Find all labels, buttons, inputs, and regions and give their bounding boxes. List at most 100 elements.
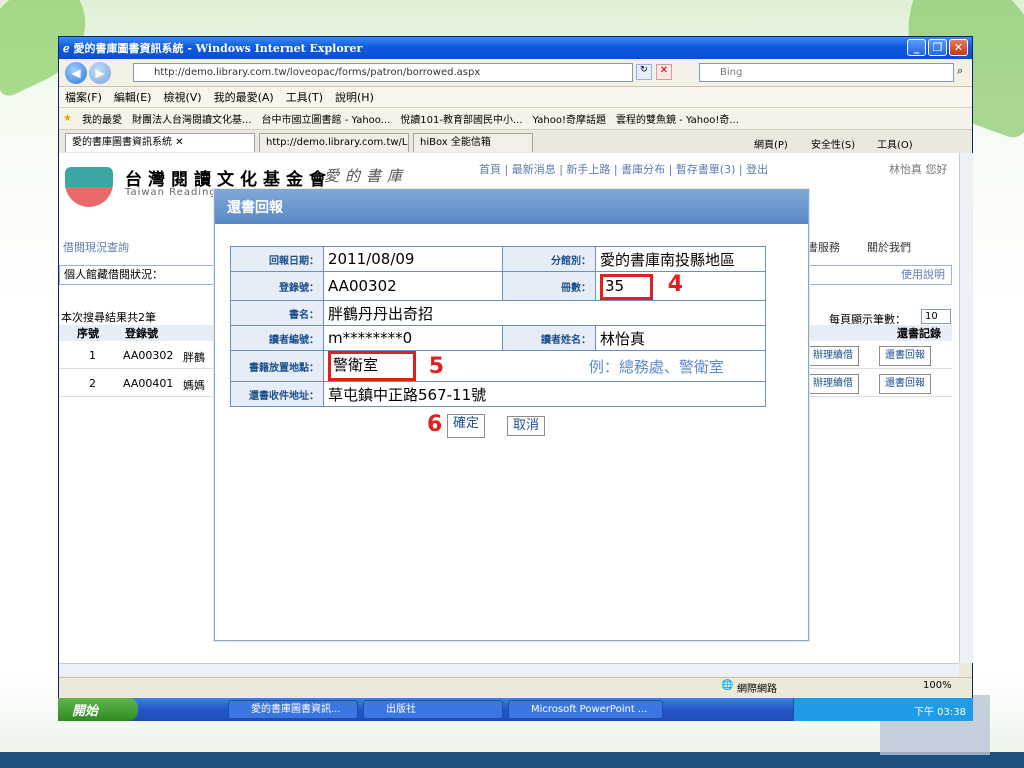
- return-report-button[interactable]: 還書回報: [879, 374, 931, 394]
- forward-button[interactable]: ▶: [89, 62, 111, 84]
- search-icon[interactable]: ⌕: [957, 64, 969, 81]
- menu-edit[interactable]: 編輯(E): [114, 89, 152, 105]
- logo-subtitle: Taiwan Reading: [125, 187, 217, 198]
- nav-news[interactable]: 最新消息: [512, 163, 556, 176]
- label-date: 回報日期：: [230, 246, 324, 272]
- nav-about[interactable]: 關於我們: [867, 239, 911, 255]
- nav-locations[interactable]: 書庫分布: [621, 163, 665, 176]
- nav-logout[interactable]: 登出: [746, 163, 768, 176]
- col-return: 還書記錄: [897, 327, 941, 340]
- place-hint: 例：總務處、警衛室: [588, 357, 724, 376]
- row-title: 胖鶴: [183, 351, 205, 364]
- fav-item-2[interactable]: 台中市國立圖書館 - Yahoo...: [262, 111, 391, 126]
- row-title: 媽媽: [183, 379, 205, 392]
- menu-file[interactable]: 檔案(F): [65, 89, 102, 105]
- value-addr: 草屯鎮中正路567-11號: [323, 381, 766, 407]
- slide-bottom-band: [0, 752, 1024, 768]
- fav-item-4[interactable]: Yahoo!奇摩話題: [533, 111, 606, 126]
- value-reader-name: 林怡真: [595, 325, 766, 351]
- tab-close-icon[interactable]: ✕: [175, 137, 183, 148]
- tab-2[interactable]: http://demo.library.com.tw/Lo...: [259, 133, 409, 152]
- stop-icon[interactable]: ✕: [656, 64, 672, 80]
- label-vol: 冊數：: [502, 271, 596, 301]
- search-input[interactable]: Bing: [699, 63, 954, 82]
- start-button[interactable]: 開始: [58, 698, 138, 721]
- label-book: 書名：: [230, 300, 324, 326]
- taskbar: 開始 愛的書庫圖書資訊... 出版社 Microsoft PowerPoint …: [58, 698, 973, 721]
- task-ie[interactable]: 愛的書庫圖書資訊...: [228, 700, 358, 719]
- horizontal-scrollbar[interactable]: [59, 663, 959, 676]
- renew-button[interactable]: 辦理續借: [807, 374, 859, 394]
- nav-service[interactable]: 書服務: [807, 239, 840, 255]
- nav-borrow-status[interactable]: 借閱現況查詢: [63, 239, 129, 255]
- cancel-button[interactable]: 取消: [507, 416, 546, 436]
- toolbar-tools[interactable]: 工具(O): [877, 136, 913, 151]
- star-icon: ★: [63, 113, 72, 124]
- zoom-level[interactable]: 100%: [923, 680, 952, 691]
- label-reg: 登錄號：: [230, 271, 324, 301]
- value-date: 2011/08/09: [323, 246, 503, 272]
- vertical-scrollbar[interactable]: [959, 153, 973, 663]
- ie-icon: ℯ: [63, 41, 70, 55]
- logo-icon: [65, 167, 113, 207]
- volume-input[interactable]: 35: [600, 274, 653, 300]
- fav-item-1[interactable]: 財團法人台灣閱讀文化基...: [132, 111, 252, 126]
- nav-guide[interactable]: 新手上路: [566, 163, 610, 176]
- clock[interactable]: 下午 03:38: [914, 703, 966, 718]
- value-reader-id: m********0: [323, 325, 503, 351]
- label-place: 書籍放置地點：: [230, 350, 324, 382]
- tab-3[interactable]: hiBox 全能信箱: [413, 133, 533, 152]
- menu-view[interactable]: 檢視(V): [163, 89, 201, 105]
- step-marker-6: 6: [427, 412, 443, 437]
- return-form: 回報日期： 2011/08/09 分館別： 愛的書庫南投縣地區 登錄號： AA0…: [230, 246, 766, 407]
- value-branch: 愛的書庫南投縣地區: [595, 246, 766, 272]
- maximize-button[interactable]: ❐: [928, 39, 947, 56]
- return-report-button[interactable]: 還書回報: [879, 346, 931, 366]
- menu-favorites[interactable]: 我的最愛(A): [214, 89, 274, 105]
- place-input[interactable]: 警衛室: [328, 351, 416, 381]
- menu-tools[interactable]: 工具(T): [286, 89, 323, 105]
- help-link[interactable]: 使用說明: [901, 266, 945, 284]
- favorites-bar: ★ 我的最愛 財團法人台灣閱讀文化基... 台中市國立圖書館 - Yahoo..…: [59, 107, 972, 129]
- task-folder[interactable]: 出版社: [363, 700, 503, 719]
- row-id: AA00302: [123, 349, 174, 362]
- value-reg: AA00302: [323, 271, 503, 301]
- confirm-button[interactable]: 確定: [447, 414, 486, 438]
- label-branch: 分館別：: [502, 246, 596, 272]
- label-reader-id: 讀者編號：: [230, 325, 324, 351]
- toolbar-page[interactable]: 網頁(P): [754, 136, 788, 151]
- fav-item-3[interactable]: 悅讀101-教育部國民中小...: [400, 111, 522, 126]
- value-book: 胖鶴丹丹出奇招: [323, 300, 766, 326]
- vol-cell: 35 4: [595, 271, 766, 301]
- col-id: 登錄號: [125, 327, 158, 340]
- step-marker-5: 5: [428, 353, 445, 379]
- return-report-dialog: 還書回報 回報日期： 2011/08/09 分館別： 愛的書庫南投縣地區 登錄號…: [214, 189, 809, 641]
- system-tray: 下午 03:38: [793, 698, 973, 721]
- status-bar: 🌐 網際網路 100%: [59, 677, 972, 695]
- refresh-icon[interactable]: ↻: [636, 64, 652, 80]
- page-content: 台灣閱讀文化基金會 Taiwan Reading 愛的書庫 首頁 | 最新消息 …: [59, 153, 959, 663]
- url-input[interactable]: http://demo.library.com.tw/loveopac/form…: [133, 63, 633, 82]
- globe-icon: 🌐: [721, 680, 734, 691]
- window-title: 愛的書庫圖書資訊系統 - Windows Internet Explorer: [73, 42, 363, 55]
- label-addr: 還書收件地址：: [230, 381, 324, 407]
- status-label: 個人館藏借閱狀況：: [64, 268, 163, 281]
- task-powerpoint[interactable]: Microsoft PowerPoint ...: [508, 700, 663, 719]
- close-window-button[interactable]: ✕: [949, 39, 968, 56]
- place-cell: 警衛室 5 例：總務處、警衛室: [323, 350, 766, 382]
- address-bar: ◀ ▶ http://demo.library.com.tw/loveopac/…: [59, 59, 972, 87]
- toolbar-safety[interactable]: 安全性(S): [811, 136, 855, 151]
- tab-active[interactable]: 愛的書庫圖書資訊系統 ✕: [65, 133, 255, 152]
- renew-button[interactable]: 辦理續借: [807, 346, 859, 366]
- browser-window: ℯ 愛的書庫圖書資訊系統 - Windows Internet Explorer…: [58, 36, 973, 721]
- back-button[interactable]: ◀: [65, 62, 87, 84]
- minimize-button[interactable]: _: [907, 39, 926, 56]
- nav-booklist[interactable]: 暫存書單(3): [676, 163, 736, 176]
- nav-home[interactable]: 首頁: [479, 163, 501, 176]
- top-nav: 首頁 | 最新消息 | 新手上路 | 書庫分布 | 暫存書單(3) | 登出 林…: [479, 163, 948, 176]
- result-count: 本次搜尋結果共2筆: [61, 311, 156, 324]
- favorites-label[interactable]: 我的最愛: [82, 111, 122, 126]
- fav-item-5[interactable]: 雲程的雙魚鏡 - Yahoo!奇...: [616, 111, 739, 126]
- per-page-select[interactable]: 10: [921, 309, 951, 324]
- menu-help[interactable]: 說明(H): [335, 89, 374, 105]
